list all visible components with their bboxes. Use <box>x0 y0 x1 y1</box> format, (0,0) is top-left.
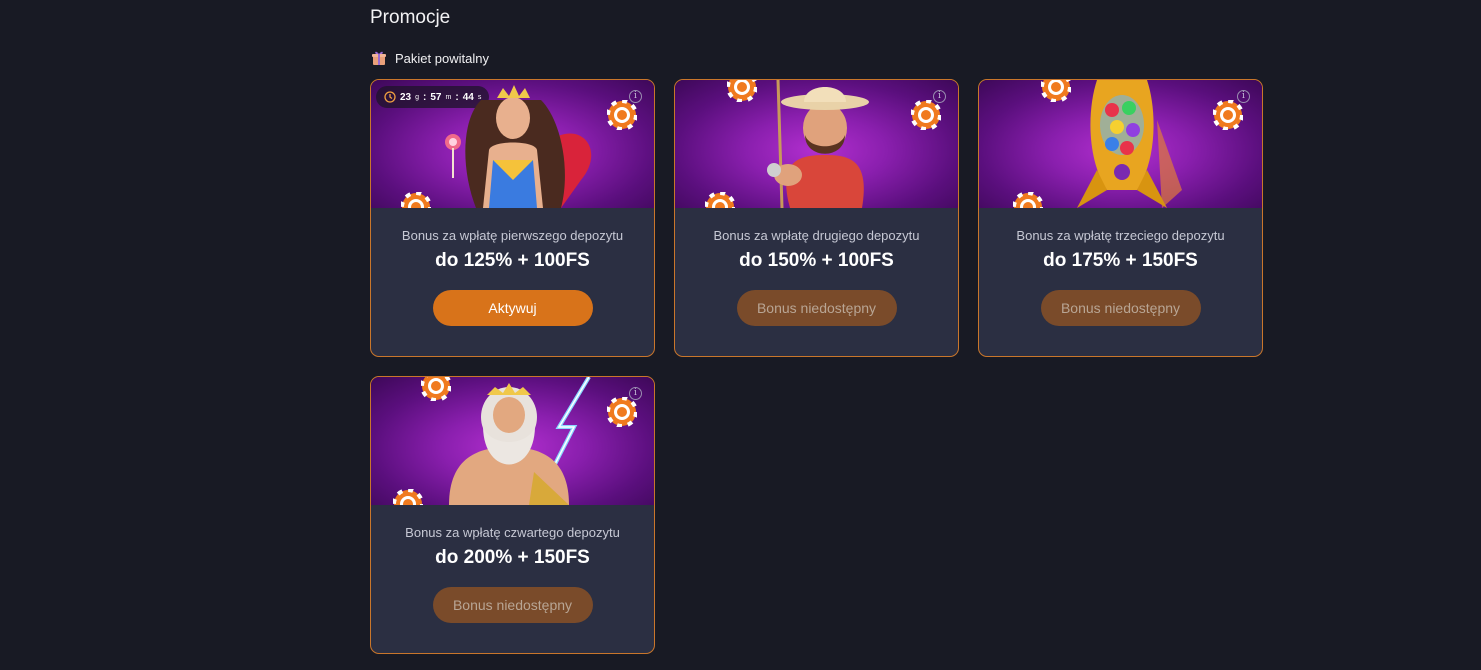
bonus-subtitle: Bonus za wpłatę czwartego depozytu <box>405 525 620 540</box>
bonus-card-second-deposit: i Bonus za wpłatę drugiego depozytu do 1… <box>674 79 959 357</box>
gift-icon <box>372 51 386 65</box>
poker-chip-icon <box>421 377 451 401</box>
timer-hours-unit: g <box>415 93 420 101</box>
welcome-package-label: Pakiet powitalny <box>395 50 489 66</box>
poker-chip-icon <box>401 192 431 208</box>
bonus-subtitle: Bonus za wpłatę trzeciego depozytu <box>1016 228 1225 243</box>
zeus-illustration <box>449 377 591 505</box>
bonus-amount: do 200% + 150FS <box>435 547 590 568</box>
bonus-unavailable-button[interactable]: Bonus niedostępny <box>736 290 897 326</box>
bonus-unavailable-button[interactable]: Bonus niedostępny <box>432 587 593 623</box>
timer-hours: 23 <box>400 91 412 103</box>
bonus-amount: do 150% + 100FS <box>739 250 894 271</box>
welcome-package-header: Pakiet powitalny <box>371 50 489 66</box>
timer-sep: : <box>423 91 427 103</box>
poker-chip-icon <box>1041 80 1071 102</box>
bonus-banner: i <box>979 80 1262 208</box>
poker-chip-icon <box>607 100 637 130</box>
poker-chip-icon <box>393 489 423 505</box>
clock-icon <box>384 91 396 103</box>
bonus-unavailable-button[interactable]: Bonus niedostępny <box>1040 290 1201 326</box>
bonus-amount: do 175% + 150FS <box>1043 250 1198 271</box>
cowboy-illustration <box>767 80 869 208</box>
activate-button[interactable]: Aktywuj <box>432 290 593 326</box>
poker-chip-icon <box>1213 100 1243 130</box>
page-title: Promocje <box>370 7 451 28</box>
bonus-card-first-deposit: 23 g : 57 m : 44 s i Bonus za wpłatę pie… <box>370 79 655 357</box>
info-icon[interactable]: i <box>629 90 642 103</box>
info-icon[interactable]: i <box>933 90 946 103</box>
bonus-banner: 23 g : 57 m : 44 s i <box>371 80 654 208</box>
queen-illustration <box>445 85 592 208</box>
candy-rocket-illustration <box>1077 80 1182 208</box>
bonus-amount: do 125% + 100FS <box>435 250 590 271</box>
poker-chip-icon <box>607 397 637 427</box>
bonus-card-third-deposit: i Bonus za wpłatę trzeciego depozytu do … <box>978 79 1263 357</box>
bonus-subtitle: Bonus za wpłatę pierwszego depozytu <box>401 228 624 243</box>
poker-chip-icon <box>911 100 941 130</box>
poker-chip-icon <box>1013 192 1043 208</box>
bonus-banner: i <box>371 377 654 505</box>
info-icon[interactable]: i <box>1237 90 1250 103</box>
info-icon[interactable]: i <box>629 387 642 400</box>
bonus-subtitle: Bonus za wpłatę drugiego depozytu <box>713 228 920 243</box>
poker-chip-icon <box>705 192 735 208</box>
promotions-page: Promocje Pakiet powitalny 23 g : 57 m : 44… <box>0 0 1481 670</box>
bonus-card-fourth-deposit: i Bonus za wpłatę czwartego depozytu do … <box>370 376 655 654</box>
poker-chip-icon <box>727 80 757 102</box>
bonus-banner: i <box>675 80 958 208</box>
